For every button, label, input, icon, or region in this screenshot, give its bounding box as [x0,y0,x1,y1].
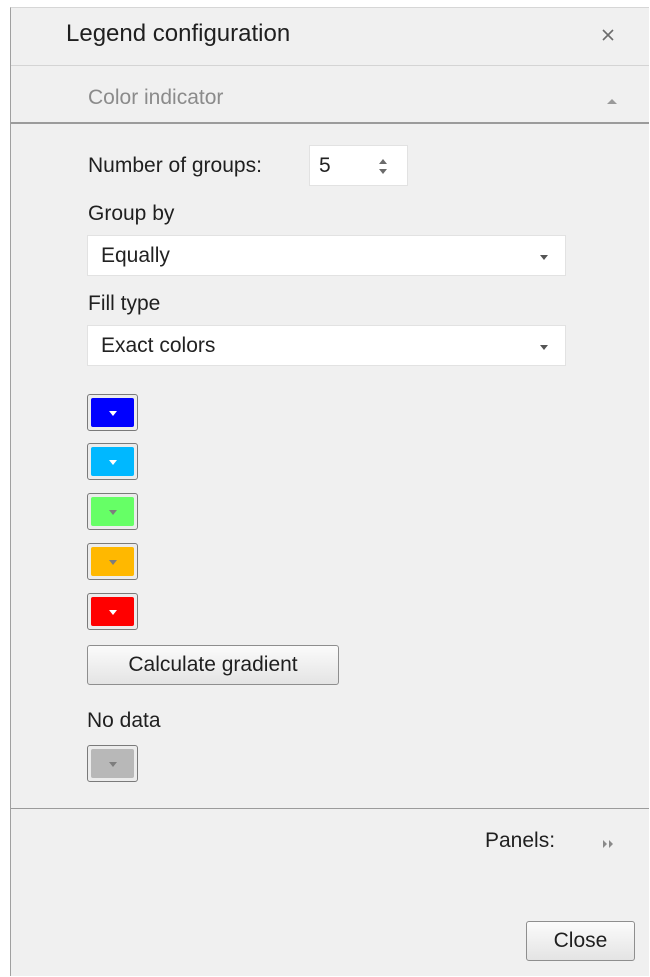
color-swatch-fill [91,749,134,778]
chevron-down-icon [108,761,117,767]
spinner-up-icon[interactable] [379,159,387,164]
calculate-gradient-button[interactable]: Calculate gradient [87,645,339,685]
color-picker-2[interactable] [87,443,138,480]
no-data-color-picker[interactable] [87,745,138,782]
color-swatch-fill [91,497,134,526]
chevron-up-icon[interactable] [607,99,617,104]
chevron-down-icon[interactable] [540,255,548,260]
section-title: Color indicator [88,86,224,109]
no-data-label: No data [87,709,161,732]
color-swatch-fill [91,447,134,476]
color-swatch-fill [91,547,134,576]
number-of-groups-label: Number of groups: [88,154,262,177]
number-of-groups-value: 5 [319,154,331,177]
chevron-down-icon [108,559,117,565]
close-button[interactable]: Close [526,921,635,961]
footer-divider [11,808,649,809]
color-picker-4[interactable] [87,543,138,580]
dialog-title-bar: Legend configuration [11,8,649,66]
dialog-title: Legend configuration [66,20,291,47]
chevron-down-icon [108,410,117,416]
number-of-groups-spinner[interactable]: 5 [309,145,408,186]
group-by-select[interactable]: Equally [87,235,566,276]
group-by-label: Group by [88,202,175,225]
chevron-down-icon[interactable] [540,345,548,350]
group-by-value: Equally [101,244,170,267]
color-picker-3[interactable] [87,493,138,530]
panels-label: Panels: [485,829,556,852]
color-swatch-fill [91,398,134,427]
fill-type-select[interactable]: Exact colors [87,325,566,366]
spinner-down-icon[interactable] [379,169,387,174]
fill-type-label: Fill type [88,292,161,315]
close-icon[interactable] [597,24,619,46]
chevron-down-icon [108,509,117,515]
legend-configuration-dialog: Legend configuration Color indicator Num… [10,7,649,976]
chevron-down-icon [108,609,117,615]
color-picker-5[interactable] [87,593,138,630]
double-chevron-right-icon[interactable] [601,839,615,849]
color-picker-1[interactable] [87,394,138,431]
color-indicator-section-header[interactable]: Color indicator [11,66,649,124]
chevron-down-icon [108,459,117,465]
color-swatch-fill [91,597,134,626]
fill-type-value: Exact colors [101,334,216,357]
